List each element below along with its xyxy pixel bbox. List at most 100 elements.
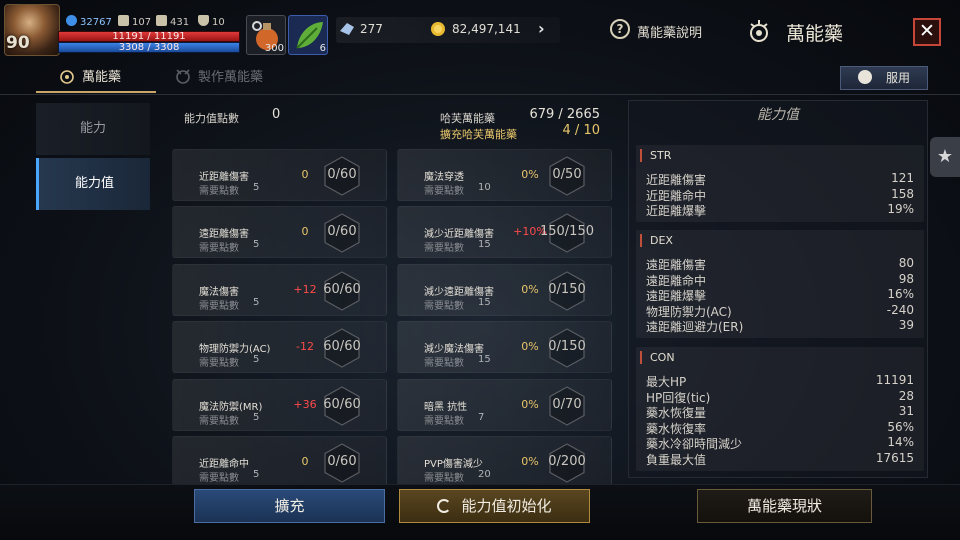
stat-d: 10 [198,15,225,28]
stat-progress: 0/50 [552,167,582,182]
reset-stats-button[interactable]: 能力值初始化 [399,489,590,523]
capacity-label: 哈芙萬能藥 [440,112,495,125]
required-points-value: 5 [253,469,260,480]
stat-row-value: 121 [891,171,914,185]
character-level: 90 [6,33,30,53]
stat-card[interactable]: 近距離命中 需要點數 5 0 0/60 [172,436,387,488]
leaf-count: 6 [319,43,326,54]
stat-row-label: 遠距離爆擊 [646,289,707,304]
stat-row: 最大HP 11191 [646,373,914,390]
leaf-slot[interactable]: 6 [288,15,328,55]
expand-button[interactable]: 擴充 [194,489,385,523]
stat-row: 物理防禦力(AC) -240 [646,303,914,320]
stat-progress: 0/60 [327,224,357,239]
stat-row: 遠距離爆擊 16% [646,287,914,304]
stat-row-value: 56% [887,419,914,434]
stat-card[interactable]: PVP傷害減少 需要點數 20 0% 0/200 [397,436,612,488]
use-elixir-button[interactable]: 服用 [840,66,928,90]
stat-card[interactable]: 魔法穿透 需要點數 10 0% 0/50 [397,149,612,201]
stat-card[interactable]: 魔法防禦(MR) 需要點數 5 +36 60/60 [172,379,387,431]
hp-bar: 11191 / 11191 [58,31,240,42]
stat-progress: 150/150 [539,224,594,239]
stat-row-value: 11191 [875,373,914,387]
tab-craft-elixir[interactable]: 製作萬能藥 [170,63,290,93]
stat-card[interactable]: 減少近距離傷害 需要點數 15 +10% 150/150 [397,206,612,258]
stat-name: 暗黑 抗性 [424,402,468,413]
stat-progress: 0/70 [552,397,582,412]
stat-row-value: 14% [887,435,914,450]
stat-row: 遠距離傷害 80 [646,256,914,273]
stat-row-label: 遠距離傷害 [646,258,707,272]
stat-row: 藥水恢復量 31 [646,404,914,421]
stat-progress: 60/60 [323,339,361,354]
required-points-value: 15 [478,297,491,308]
stat-row-label: HP回復(tic) [646,390,711,405]
required-points-label: 需要點數 [424,301,464,312]
stat-row: 遠距離迴避力(ER) 39 [646,318,914,335]
stat-card[interactable]: 減少魔法傷害 需要點數 15 0% 0/150 [397,321,612,373]
stat-row: HP回復(tic) 28 [646,389,914,406]
help-label[interactable]: 萬能藥說明 [637,22,702,41]
required-points-value: 5 [253,239,260,250]
stats-section-con: CON 最大HP 11191 HP回復(tic) 28 藥水恢復量 31 藥水恢復率 56% 藥水… [636,347,924,471]
currency-expand-arrow-icon[interactable]: › [538,19,545,38]
crystal-icon [340,23,354,35]
stat-row-value: 31 [898,404,914,419]
stat-row-value: 80 [898,256,914,270]
points-label: 能力值點數 [184,112,239,125]
close-button[interactable]: ✕ [913,18,941,46]
stat-a: 32767 [66,15,112,28]
stat-card[interactable]: 魔法傷害 需要點數 5 +12 60/60 [172,264,387,316]
currency-crystal-value: 277 [360,22,383,36]
tab-elixir[interactable]: 萬能藥 [36,63,156,93]
stat-card[interactable]: 物理防禦力(AC) 需要點數 5 -12 60/60 [172,321,387,373]
stat-card[interactable]: 減少遠距離傷害 需要點數 15 0% 0/150 [397,264,612,316]
nav-stats[interactable]: 能力值 [36,158,150,210]
required-points-label: 需要點數 [199,416,239,427]
stat-row-value: 28 [898,388,914,403]
potion-slot[interactable]: 300 [246,15,286,55]
elixir-tab-icon [60,70,74,84]
expand-capacity-label: 擴充哈芙萬能藥 [440,128,517,141]
stat-name: 減少遠距離傷害 [424,287,494,298]
stats-section-dex: DEX 遠距離傷害 80 遠距離命中 98 遠距離爆擊 16% 物理防禦力(AC) -240 遠距… [636,230,924,338]
help-icon[interactable]: ? [610,19,630,39]
stat-row-label: 近距離命中 [646,188,707,203]
required-points-value: 7 [478,412,485,423]
required-points-label: 需要點數 [199,473,239,484]
required-points-label: 需要點數 [424,186,464,197]
mp-text: 3308 / 3308 [118,42,180,53]
stat-row-label: 近距離傷害 [646,173,707,187]
stat-row-value: 16% [887,287,914,302]
stat-card[interactable]: 暗黑 抗性 需要點數 7 0% 0/70 [397,379,612,431]
stat-row: 近距離傷害 121 [646,171,914,188]
nav-ability[interactable]: 能力 [36,103,150,155]
potion-count: 300 [264,43,284,54]
stat-name: 魔法防禦(MR) [199,402,263,413]
required-points-label: 需要點數 [424,358,464,369]
elixir-status-button[interactable]: 萬能藥現狀 [697,489,872,523]
stat-card[interactable]: 遠距離傷害 需要點數 5 0 0/60 [172,206,387,258]
capacity-value: 679 / 2665 [529,107,600,122]
hp-text: 11191 / 11191 [112,31,186,42]
stat-row: 近距離爆擊 19% [646,202,914,219]
section-title: DEX [640,234,673,247]
required-points-value: 5 [253,412,260,423]
stat-progress: 0/200 [548,454,586,469]
required-points-label: 需要點數 [424,243,464,254]
required-points-label: 需要點數 [199,301,239,312]
stat-row: 負重最大值 17615 [646,451,914,468]
mp-bar: 3308 / 3308 [58,42,240,53]
stat-row: 藥水冷卻時間減少 14% [646,435,914,452]
stat-row-value: 98 [898,271,914,286]
tower-icon [156,15,167,26]
required-points-value: 15 [478,239,491,250]
required-points-label: 需要點數 [424,416,464,427]
stat-row: 藥水恢復率 56% [646,420,914,437]
stat-name: 減少近距離傷害 [424,229,494,240]
stat-card[interactable]: 近距離傷害 需要點數 5 0 0/60 [172,149,387,201]
points-value: 0 [272,107,281,122]
stat-row-label: 藥水恢復率 [646,421,707,436]
required-points-value: 5 [253,354,260,365]
side-favorite-tab[interactable]: ★ [930,137,960,177]
